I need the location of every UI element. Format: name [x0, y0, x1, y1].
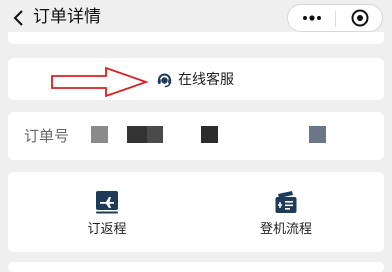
annotation-arrow: [51, 66, 149, 98]
return-flight-label: 订返程: [87, 222, 127, 237]
redacted-block: [147, 126, 163, 143]
order-number-label: 订单号: [24, 127, 70, 145]
navigation-bar: 订单详情: [0, 0, 392, 36]
mini-program-capsule: [287, 4, 383, 32]
online-service-label: 在线客服: [178, 72, 234, 88]
actions-card: 订返程 登机流程: [8, 172, 384, 252]
order-number-card: 订单号: [8, 112, 384, 160]
back-arrow-icon[interactable]: [9, 8, 29, 28]
headset-icon: [157, 73, 172, 87]
flight-icon: [96, 191, 118, 214]
online-service-button[interactable]: 在线客服: [156, 68, 234, 90]
redacted-block: [91, 126, 108, 143]
page-title: 订单详情: [33, 7, 101, 27]
capsule-divider: [335, 11, 336, 27]
boarding-process-button[interactable]: 登机流程: [241, 190, 331, 242]
more-dots-icon[interactable]: [298, 8, 326, 28]
boarding-process-label: 登机流程: [259, 222, 312, 237]
redacted-block: [127, 126, 147, 143]
boarding-pass-icon: [275, 191, 297, 213]
previous-card-edge: [8, 32, 384, 44]
target-circle-icon[interactable]: [345, 8, 375, 28]
redacted-block: [201, 126, 218, 143]
return-flight-button[interactable]: 订返程: [62, 190, 152, 242]
redacted-block: [309, 126, 326, 143]
